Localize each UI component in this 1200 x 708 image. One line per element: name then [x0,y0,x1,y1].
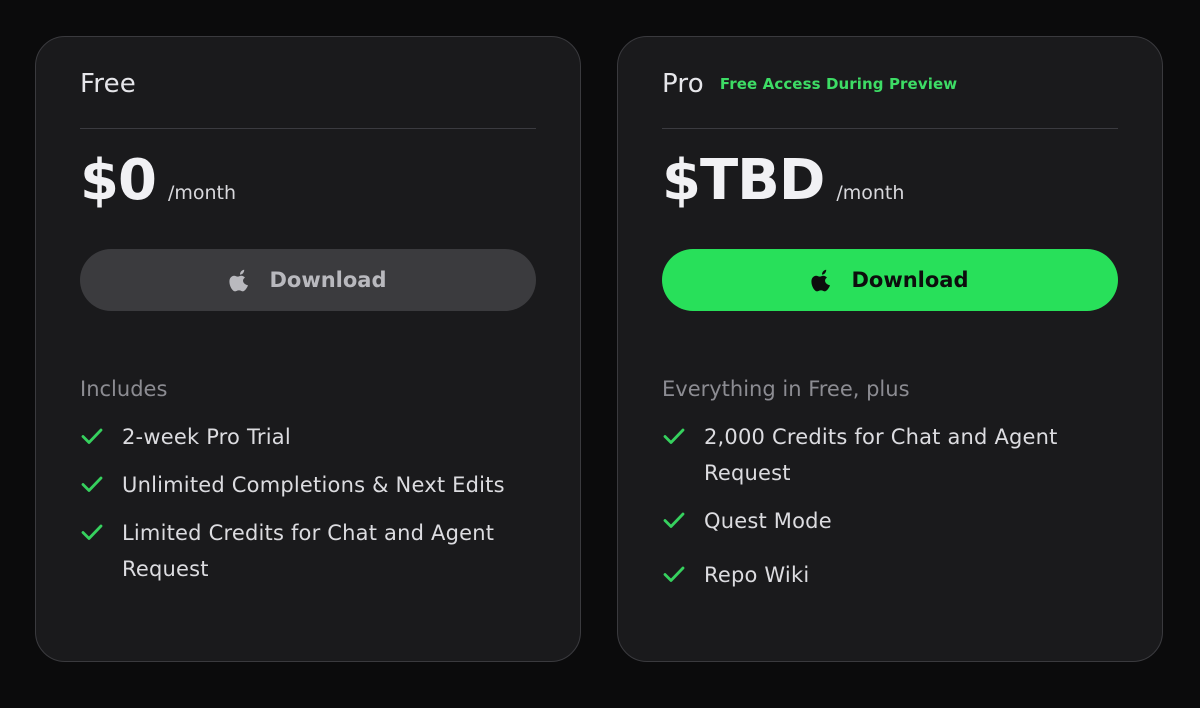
check-icon [663,512,685,528]
apple-icon [811,269,831,292]
download-button-label: Download [851,268,969,292]
feature-item: 2-week Pro Trial [80,419,536,455]
price-period: /month [836,182,905,204]
plan-price: $TBD [662,148,825,213]
plan-name: Pro [662,68,704,99]
check-icon [81,476,103,492]
includes-title: Includes [80,377,168,401]
pricing-section: Free $0 /month Download Includes 2-week … [0,0,1200,708]
plan-name: Free [80,68,136,99]
plan-price: $0 [80,148,157,213]
includes-title: Everything in Free, plus [662,377,910,401]
download-button[interactable]: Download [80,249,536,311]
feature-item: Unlimited Completions & Next Edits [80,467,536,503]
feature-text: Unlimited Completions & Next Edits [122,473,505,497]
download-button-label: Download [269,268,387,292]
feature-item: Limited Credits for Chat and Agent Reque… [80,515,536,587]
feature-text: 2-week Pro Trial [122,425,291,449]
apple-icon [229,269,249,292]
check-icon [663,428,685,444]
price-row: $TBD /month [662,129,1118,219]
preview-badge: Free Access During Preview [719,74,958,93]
pricing-card-free: Free $0 /month Download Includes 2-week … [35,36,581,662]
price-row: $0 /month [80,129,536,219]
feature-item: Repo Wiki [662,557,1118,593]
check-icon [663,566,685,582]
feature-text: Repo Wiki [704,563,810,587]
card-header: Pro Free Access During Preview [662,37,1118,129]
price-period: /month [167,182,237,204]
feature-text: Quest Mode [704,509,832,533]
feature-text: 2,000 Credits for Chat and Agent Request [704,425,1058,485]
check-icon [81,428,103,444]
feature-list: 2-week Pro Trial Unlimited Completions &… [80,419,536,587]
pricing-card-pro: Pro Free Access During Preview $TBD /mon… [617,36,1163,662]
download-button[interactable]: Download [662,249,1118,311]
feature-text: Limited Credits for Chat and Agent Reque… [122,521,495,581]
check-icon [81,524,103,540]
feature-list: 2,000 Credits for Chat and Agent Request… [662,419,1118,593]
card-header: Free [80,37,536,129]
feature-item: 2,000 Credits for Chat and Agent Request [662,419,1118,491]
feature-item: Quest Mode [662,503,1118,539]
